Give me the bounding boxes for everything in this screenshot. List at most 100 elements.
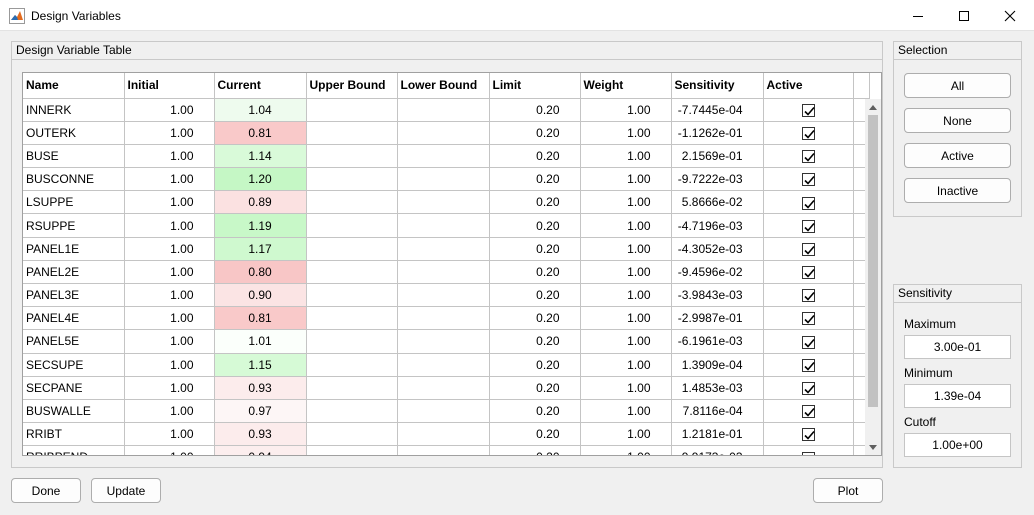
select-inactive-button[interactable]: Inactive <box>904 178 1011 203</box>
cell-limit[interactable]: 0.20 <box>489 237 581 261</box>
active-checkbox[interactable] <box>801 196 815 210</box>
cell-weight[interactable]: 1.00 <box>580 213 672 238</box>
cell-current[interactable]: 1.14 <box>214 144 307 169</box>
cell-initial[interactable]: 1.00 <box>124 283 215 308</box>
cell-name[interactable]: BUSWALLE <box>23 399 125 424</box>
cell-limit[interactable]: 0.20 <box>489 144 581 169</box>
cell-lower-bound[interactable] <box>397 399 490 424</box>
active-checkbox[interactable] <box>801 219 815 233</box>
table-row[interactable]: OUTERK 1.00 0.81 0.20 1.00 -1.1262e-01 <box>23 121 869 145</box>
cell-limit[interactable]: 0.20 <box>489 353 581 377</box>
cell-limit[interactable]: 0.20 <box>489 98 581 122</box>
cell-name[interactable]: LSUPPE <box>23 190 125 215</box>
cell-limit[interactable]: 0.20 <box>489 399 581 424</box>
cell-weight[interactable]: 1.00 <box>580 283 672 308</box>
cell-initial[interactable]: 1.00 <box>124 445 215 455</box>
column-header-active[interactable]: Active <box>763 73 854 99</box>
active-checkbox[interactable] <box>801 405 815 419</box>
cell-lower-bound[interactable] <box>397 213 490 238</box>
cell-name[interactable]: PANEL5E <box>23 329 125 354</box>
cell-lower-bound[interactable] <box>397 353 490 377</box>
cell-current[interactable]: 1.20 <box>214 167 307 192</box>
table-row[interactable]: BUSE 1.00 1.14 0.20 1.00 2.1569e-01 <box>23 144 869 169</box>
active-checkbox[interactable] <box>801 266 815 280</box>
cell-upper-bound[interactable] <box>306 376 398 400</box>
cell-upper-bound[interactable] <box>306 399 398 424</box>
cell-limit[interactable]: 0.20 <box>489 260 581 285</box>
cell-upper-bound[interactable] <box>306 445 398 455</box>
cell-limit[interactable]: 0.20 <box>489 422 581 447</box>
column-header-current[interactable]: Current <box>214 73 307 99</box>
cell-initial[interactable]: 1.00 <box>124 121 215 145</box>
cell-initial[interactable]: 1.00 <box>124 213 215 238</box>
table-row[interactable]: RRIBT 1.00 0.93 0.20 1.00 1.2181e-01 <box>23 422 869 447</box>
cell-limit[interactable]: 0.20 <box>489 167 581 192</box>
active-checkbox[interactable] <box>801 451 815 455</box>
cell-upper-bound[interactable] <box>306 167 398 192</box>
cell-upper-bound[interactable] <box>306 213 398 238</box>
cell-weight[interactable]: 1.00 <box>580 190 672 215</box>
select-none-button[interactable]: None <box>904 108 1011 133</box>
cell-sensitivity[interactable]: 1.2181e-01 <box>671 422 764 447</box>
cell-sensitivity[interactable]: -9.4596e-02 <box>671 260 764 285</box>
table-row[interactable]: PANEL5E 1.00 1.01 0.20 1.00 -6.1961e-03 <box>23 329 869 354</box>
select-all-button[interactable]: All <box>904 73 1011 98</box>
cell-weight[interactable]: 1.00 <box>580 237 672 261</box>
cutoff-field[interactable]: 1.00e+00 <box>904 433 1011 457</box>
cell-current[interactable]: 0.81 <box>214 306 307 331</box>
cell-limit[interactable]: 0.20 <box>489 213 581 238</box>
cell-lower-bound[interactable] <box>397 445 490 455</box>
cell-upper-bound[interactable] <box>306 237 398 261</box>
cell-upper-bound[interactable] <box>306 306 398 331</box>
cell-current[interactable]: 0.97 <box>214 399 307 424</box>
active-checkbox[interactable] <box>801 289 815 303</box>
active-checkbox[interactable] <box>801 428 815 442</box>
done-button[interactable]: Done <box>11 478 81 503</box>
cell-weight[interactable]: 1.00 <box>580 399 672 424</box>
active-checkbox[interactable] <box>801 126 815 140</box>
cell-lower-bound[interactable] <box>397 121 490 145</box>
cell-sensitivity[interactable]: 2.1569e-01 <box>671 144 764 169</box>
table-row[interactable]: PANEL1E 1.00 1.17 0.20 1.00 -4.3052e-03 <box>23 237 869 261</box>
cell-lower-bound[interactable] <box>397 422 490 447</box>
cell-name[interactable]: RSUPPE <box>23 213 125 238</box>
cell-initial[interactable]: 1.00 <box>124 329 215 354</box>
table-row[interactable]: PANEL2E 1.00 0.80 0.20 1.00 -9.4596e-02 <box>23 260 869 285</box>
cell-initial[interactable]: 1.00 <box>124 190 215 215</box>
cell-current[interactable]: 1.01 <box>214 329 307 354</box>
cell-sensitivity[interactable]: -4.3052e-03 <box>671 237 764 261</box>
cell-sensitivity[interactable]: 5.8666e-02 <box>671 190 764 215</box>
vertical-scrollbar[interactable] <box>865 99 881 455</box>
cell-current[interactable]: 0.80 <box>214 260 307 285</box>
table-row[interactable]: SECSUPE 1.00 1.15 0.20 1.00 1.3909e-04 <box>23 353 869 377</box>
column-header-sensitivity[interactable]: Sensitivity <box>671 73 764 99</box>
cell-upper-bound[interactable] <box>306 283 398 308</box>
cell-initial[interactable]: 1.00 <box>124 306 215 331</box>
cell-lower-bound[interactable] <box>397 260 490 285</box>
cell-limit[interactable]: 0.20 <box>489 306 581 331</box>
cell-name[interactable]: PANEL2E <box>23 260 125 285</box>
column-header-weight[interactable]: Weight <box>580 73 672 99</box>
cell-weight[interactable]: 1.00 <box>580 260 672 285</box>
minimum-field[interactable]: 1.39e-04 <box>904 384 1011 408</box>
cell-lower-bound[interactable] <box>397 237 490 261</box>
cell-weight[interactable]: 1.00 <box>580 98 672 122</box>
cell-weight[interactable]: 1.00 <box>580 121 672 145</box>
cell-upper-bound[interactable] <box>306 329 398 354</box>
scrollbar-thumb[interactable] <box>868 115 878 407</box>
update-button[interactable]: Update <box>91 478 161 503</box>
cell-name[interactable]: BUSCONNE <box>23 167 125 192</box>
cell-sensitivity[interactable]: -2.9987e-01 <box>671 306 764 331</box>
cell-name[interactable]: BUSE <box>23 144 125 169</box>
cell-current[interactable]: 1.17 <box>214 237 307 261</box>
cell-initial[interactable]: 1.00 <box>124 376 215 400</box>
cell-sensitivity[interactable]: -4.7196e-03 <box>671 213 764 238</box>
scroll-down-icon[interactable] <box>865 439 881 455</box>
cell-weight[interactable]: 1.00 <box>580 167 672 192</box>
active-checkbox[interactable] <box>801 335 815 349</box>
select-active-button[interactable]: Active <box>904 143 1011 168</box>
cell-name[interactable]: INNERK <box>23 98 125 122</box>
active-checkbox[interactable] <box>801 150 815 164</box>
cell-sensitivity[interactable]: 7.8116e-04 <box>671 399 764 424</box>
maximize-button[interactable] <box>941 0 987 31</box>
